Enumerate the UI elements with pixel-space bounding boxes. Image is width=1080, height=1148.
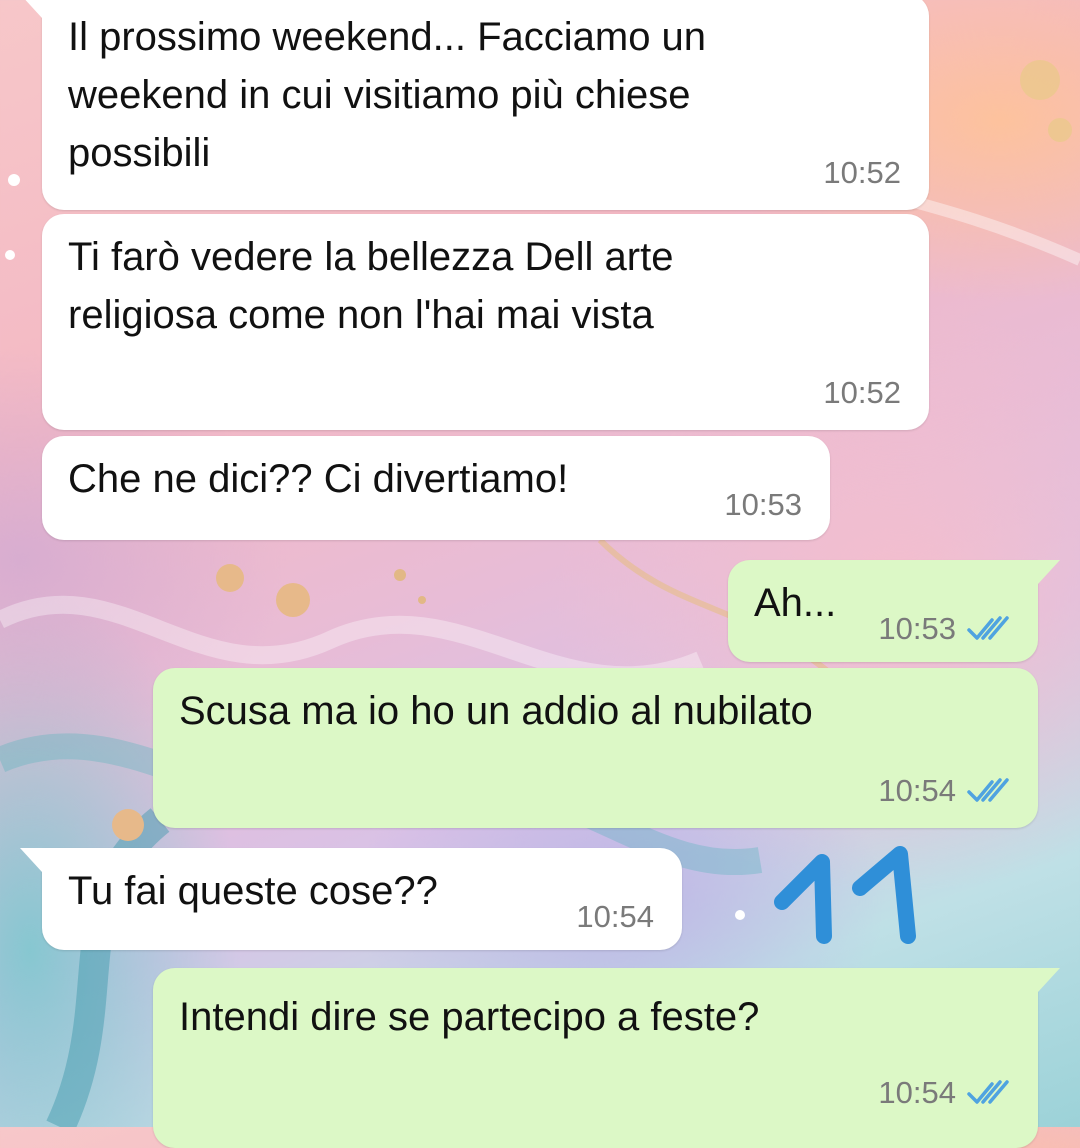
bubble-tail <box>20 0 42 18</box>
double-check-read-icon <box>966 1079 1010 1107</box>
message-timestamp: 10:54 <box>878 1075 956 1110</box>
message-meta: 10:54 <box>878 774 1010 808</box>
message-meta: 10:53 <box>878 612 1010 646</box>
message-bubble-incoming[interactable]: Tu fai queste cose?? 10:54 <box>20 848 682 950</box>
message-bubble-incoming[interactable]: Che ne dici?? Ci divertiamo! 10:53 <box>42 436 830 540</box>
message-text: Scusa ma io ho un addio al nubilato <box>179 689 813 733</box>
message-timestamp: 10:53 <box>878 611 956 646</box>
message-meta: 10:54 <box>576 900 654 934</box>
bubble-tail <box>1038 560 1060 584</box>
message-text: Il prossimo weekend... Facciamo un weeke… <box>68 15 707 175</box>
message-text: Ah... <box>754 581 837 625</box>
message-text: Ti farò vedere la bellezza Dell arte rel… <box>68 235 674 337</box>
message-bubble-incoming[interactable]: Ti farò vedere la bellezza Dell arte rel… <box>42 214 929 430</box>
message-text: Che ne dici?? Ci divertiamo! <box>68 457 569 501</box>
bubble-tail <box>20 848 42 872</box>
message-meta: 10:53 <box>724 488 802 522</box>
message-timestamp: 10:54 <box>576 899 654 934</box>
double-check-read-icon <box>966 615 1010 643</box>
message-timestamp: 10:52 <box>823 155 901 190</box>
message-meta: 10:52 <box>823 156 901 190</box>
message-timestamp: 10:53 <box>724 487 802 522</box>
handwritten-annotation-number: 11 <box>772 840 932 950</box>
message-bubble-outgoing[interactable]: Scusa ma io ho un addio al nubilato 10:5… <box>153 668 1038 828</box>
double-check-read-icon <box>966 777 1010 805</box>
message-text: Intendi dire se partecipo a feste? <box>179 995 760 1039</box>
message-text: Tu fai queste cose?? <box>68 869 438 913</box>
message-timestamp: 10:54 <box>878 773 956 808</box>
message-meta: 10:54 <box>878 1076 1010 1110</box>
message-bubble-outgoing[interactable]: Intendi dire se partecipo a feste? 10:54 <box>153 968 1060 1148</box>
message-bubble-incoming[interactable]: Il prossimo weekend... Facciamo un weeke… <box>20 0 929 210</box>
bubble-tail <box>1038 968 1060 992</box>
message-timestamp: 10:52 <box>823 375 901 410</box>
message-bubble-outgoing[interactable]: Ah... 10:53 <box>728 560 1060 662</box>
message-meta: 10:52 <box>823 376 901 410</box>
